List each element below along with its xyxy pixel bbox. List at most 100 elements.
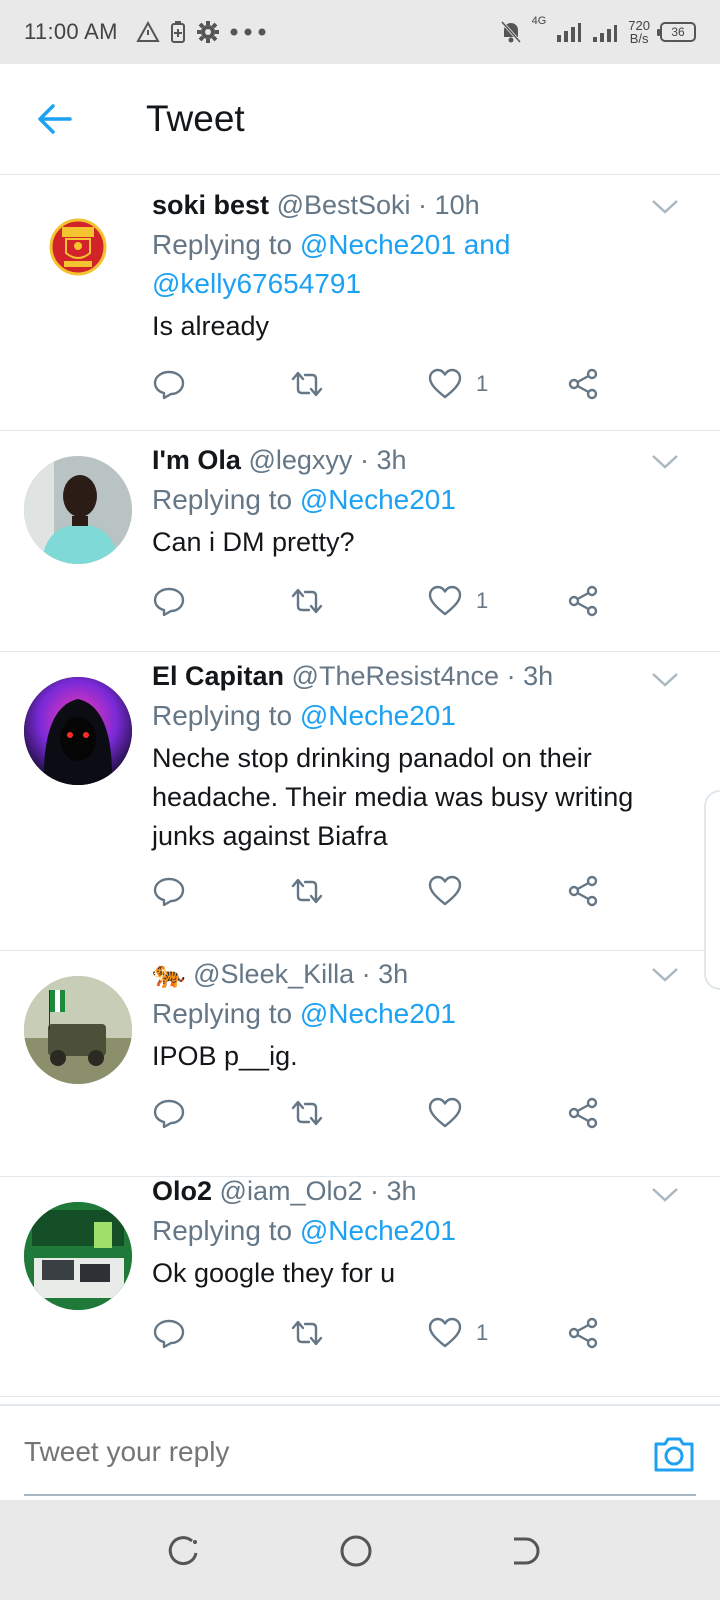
author-name[interactable]: 🐅 [152,959,186,989]
tweet-header: Olo2 @iam_Olo2 · 3h [152,1171,690,1211]
author-handle[interactable]: @Sleek_Killa [193,959,354,989]
author-name[interactable]: I'm Ola [152,445,241,475]
chevron-down-icon[interactable] [650,1179,680,1209]
retweet-icon [291,878,323,904]
tweet-item[interactable]: I'm Ola @legxyy · 3h Replying to @Neche2… [0,431,720,652]
home-icon[interactable] [338,1533,374,1569]
tweet-body: Olo2 @iam_Olo2 · 3h Replying to @Neche20… [152,1171,690,1293]
tweet-actions: 1 [152,364,612,404]
heart-icon [428,875,462,906]
share-button[interactable] [566,581,600,621]
author-handle[interactable]: @iam_Olo2 [220,1176,363,1206]
tweet-header: soki best @BestSoki · 10h [152,185,690,225]
separator-dot: · [506,661,524,691]
heart-icon [428,1097,462,1128]
reply-icon [153,1099,185,1129]
warning-icon [136,21,160,42]
replying-to: Replying to @Neche201 and @kelly67654791 [152,225,572,303]
separator-dot: · [359,445,377,475]
author-name[interactable]: El Capitan [152,661,284,691]
signal-icon [557,23,582,42]
tweet-item[interactable]: El Capitan @TheResist4nce · 3h Replying … [0,652,720,951]
tweet-time: 3h [523,661,554,691]
avatar[interactable] [24,677,132,785]
tweet-time: 3h [376,445,407,475]
network-speed: 720 B/s [628,18,650,46]
author-name[interactable]: soki best [152,190,269,220]
retweet-button[interactable] [290,581,324,621]
battery-indicator: 36 [657,22,696,42]
page-title: Tweet [146,98,245,139]
like-button[interactable] [428,1093,476,1133]
reply-button[interactable] [152,1093,186,1133]
camera-button[interactable] [652,1434,696,1474]
tweet-header: I'm Ola @legxyy · 3h [152,440,690,480]
avatar[interactable] [24,1202,132,1310]
like-button[interactable]: 1 [428,364,488,404]
author-handle[interactable]: @TheResist4nce [292,661,500,691]
share-button[interactable] [566,1313,600,1353]
tweet-item[interactable]: Olo2 @iam_Olo2 · 3h Replying to @Neche20… [0,1176,720,1397]
back-button[interactable] [30,94,80,144]
reply-input[interactable] [24,1436,584,1468]
author-name[interactable]: Olo2 [152,1176,212,1206]
retweet-button[interactable] [290,364,324,404]
reply-button[interactable] [152,1313,186,1353]
avatar[interactable] [24,193,132,301]
retweet-button[interactable] [290,1093,324,1133]
scroll-handle[interactable] [704,790,720,990]
chevron-down-icon[interactable] [650,446,680,476]
replying-to-label: Replying to [152,229,300,260]
tweet-actions: 1 [152,1313,612,1353]
reply-button[interactable] [152,581,186,621]
tweet-body: El Capitan @TheResist4nce · 3h Replying … [152,656,690,856]
tweet-time: 3h [386,1176,417,1206]
mention-link[interactable]: @Neche201 [300,484,456,515]
tweet-actions [152,1093,612,1133]
replying-to-label: Replying to [152,700,300,731]
share-icon [568,585,598,617]
like-count: 1 [476,371,489,396]
chevron-down-icon[interactable] [650,959,680,989]
retweet-icon [291,588,323,614]
author-handle[interactable]: @legxyy [248,445,352,475]
tweet-time: 10h [434,190,480,220]
chevron-down-icon[interactable] [650,191,680,221]
back-nav-icon[interactable] [508,1533,544,1569]
retweet-icon [291,371,323,397]
reply-button[interactable] [152,364,186,404]
replying-to-label: Replying to [152,1215,300,1246]
separator-dot: · [361,959,379,989]
share-button[interactable] [566,871,600,911]
chevron-down-icon[interactable] [650,664,680,694]
mention-link[interactable]: @Neche201 [300,700,456,731]
tweet-item[interactable]: soki best @BestSoki · 10h Replying to @N… [0,175,720,431]
mention-link[interactable]: @Neche201 [300,1215,456,1246]
tweet-body: 🐅 @Sleek_Killa · 3h Replying to @Neche20… [152,954,690,1076]
mention-link[interactable]: @Neche201 [300,998,456,1029]
system-nav-bar [0,1500,720,1600]
share-button[interactable] [566,364,600,404]
camera-icon [654,1437,694,1472]
author-handle[interactable]: @BestSoki [277,190,411,220]
tweet-text: IPOB p__ig. [152,1041,298,1071]
header: Tweet [0,64,720,175]
retweet-button[interactable] [290,871,324,911]
retweet-button[interactable] [290,1313,324,1353]
avatar[interactable] [24,976,132,1084]
tweet-actions [152,871,612,911]
reply-button[interactable] [152,871,186,911]
share-button[interactable] [566,1093,600,1133]
settings-icon [196,21,219,43]
share-icon [568,1317,598,1349]
club-crest-image [49,218,107,276]
tweet-item[interactable]: 🐅 @Sleek_Killa · 3h Replying to @Neche20… [0,951,720,1177]
like-button[interactable] [428,871,476,911]
arrow-left-icon [38,104,72,134]
recent-apps-icon[interactable] [166,1533,202,1569]
retweet-icon [291,1100,323,1126]
like-button[interactable]: 1 [428,1313,488,1353]
avatar[interactable] [24,456,132,564]
like-button[interactable]: 1 [428,581,488,621]
reply-icon [153,1319,185,1349]
